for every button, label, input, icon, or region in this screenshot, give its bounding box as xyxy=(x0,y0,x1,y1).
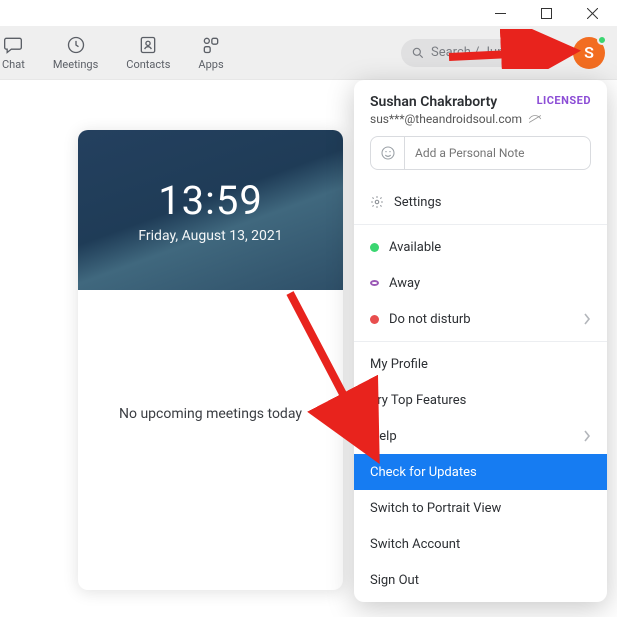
away-icon xyxy=(370,280,379,286)
status-away-label: Away xyxy=(389,276,420,291)
clock-time: 13:59 xyxy=(158,177,263,224)
menu-portrait-view[interactable]: Switch to Portrait View xyxy=(354,490,607,526)
menu-settings[interactable]: Settings xyxy=(354,184,607,220)
contacts-icon xyxy=(137,35,159,55)
dnd-icon xyxy=(370,315,379,324)
emoji-icon[interactable] xyxy=(371,137,405,169)
tab-chat[interactable]: Chat xyxy=(2,35,25,71)
tab-chat-label: Chat xyxy=(2,58,25,71)
avatar-initial: S xyxy=(584,43,594,62)
apps-icon xyxy=(200,35,222,55)
menu-sign-out[interactable]: Sign Out xyxy=(354,562,607,598)
close-window-button[interactable] xyxy=(569,0,615,26)
available-icon xyxy=(370,243,379,252)
tab-contacts[interactable]: Contacts xyxy=(126,35,170,71)
home-card: 13:59 Friday, August 13, 2021 No upcomin… xyxy=(78,130,343,590)
license-badge: LICENSED xyxy=(537,94,591,107)
clock-icon xyxy=(65,35,87,55)
minimize-button[interactable] xyxy=(477,0,523,26)
search-icon xyxy=(411,46,425,60)
menu-switch-account[interactable]: Switch Account xyxy=(354,526,607,562)
personal-note-input[interactable] xyxy=(405,146,590,160)
tab-contacts-label: Contacts xyxy=(126,58,170,71)
menu-settings-label: Settings xyxy=(394,195,441,210)
chevron-right-icon xyxy=(583,430,591,442)
status-available-label: Available xyxy=(389,240,441,255)
personal-note-field[interactable] xyxy=(370,136,591,170)
gear-icon xyxy=(370,195,384,209)
window-titlebar xyxy=(0,0,617,26)
tab-meetings[interactable]: Meetings xyxy=(53,35,98,71)
search-placeholder: Search / Jump To xyxy=(431,45,533,60)
tab-apps-label: Apps xyxy=(198,58,223,71)
menu-switch-account-label: Switch Account xyxy=(370,537,460,552)
profile-avatar-button[interactable]: S xyxy=(573,37,605,69)
menu-check-for-updates[interactable]: Check for Updates xyxy=(354,454,607,490)
chat-icon xyxy=(2,35,24,55)
menu-my-profile-label: My Profile xyxy=(370,357,428,372)
menu-help-label: Help xyxy=(370,429,397,444)
status-dnd[interactable]: Do not disturb xyxy=(354,301,607,337)
chevron-right-icon xyxy=(583,313,591,325)
presence-indicator xyxy=(597,35,607,45)
menu-check-for-updates-label: Check for Updates xyxy=(370,465,477,480)
menu-portrait-view-label: Switch to Portrait View xyxy=(370,501,501,516)
top-toolbar: Chat Meetings Contacts Apps Search / Jum… xyxy=(0,26,617,80)
reveal-icon[interactable] xyxy=(528,114,542,124)
search-input[interactable]: Search / Jump To xyxy=(401,39,557,67)
empty-meetings-text: No upcoming meetings today xyxy=(119,406,302,422)
tab-meetings-label: Meetings xyxy=(53,58,98,71)
status-away[interactable]: Away xyxy=(354,265,607,301)
menu-my-profile[interactable]: My Profile xyxy=(354,346,607,382)
menu-help[interactable]: Help xyxy=(354,418,607,454)
profile-email: sus***@theandroidsoul.com xyxy=(370,112,591,126)
clock-date: Friday, August 13, 2021 xyxy=(138,228,282,244)
menu-try-top-features-label: Try Top Features xyxy=(370,393,466,408)
status-available[interactable]: Available xyxy=(354,229,607,265)
tab-apps[interactable]: Apps xyxy=(198,35,223,71)
profile-dropdown: Sushan Chakraborty LICENSED sus***@thean… xyxy=(354,80,607,602)
menu-sign-out-label: Sign Out xyxy=(370,573,419,588)
status-dnd-label: Do not disturb xyxy=(389,312,471,327)
menu-try-top-features[interactable]: Try Top Features xyxy=(354,382,607,418)
maximize-button[interactable] xyxy=(523,0,569,26)
